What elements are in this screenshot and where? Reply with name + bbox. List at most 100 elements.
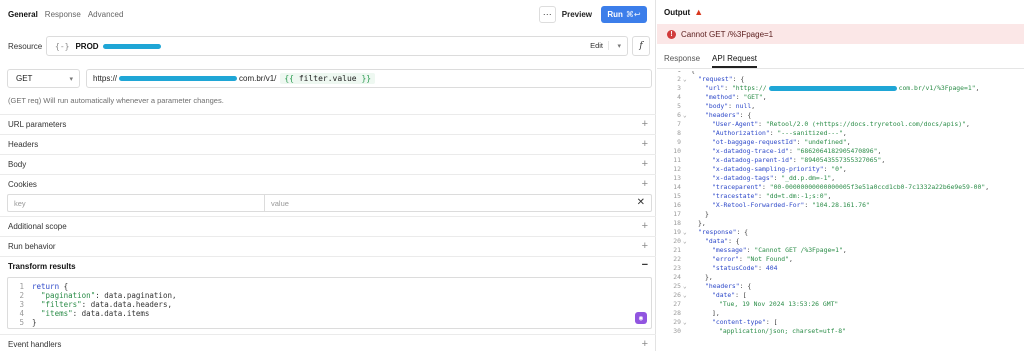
cookie-row: key value ✕ [7, 194, 652, 212]
chevron-down-icon[interactable]: ⌄ [683, 228, 687, 237]
tab-api-request[interactable]: API Request [712, 50, 757, 68]
line-number: 22 [673, 255, 681, 263]
line-number: 14 [673, 183, 681, 191]
line-number: 5 [677, 102, 681, 110]
json-line: 21 "message": "Cannot GET /%3Fpage=1", [657, 246, 1024, 255]
chevron-down-icon[interactable]: ⌄ [683, 75, 687, 84]
json-code: "ot-baggage-requestId": "undefined", [712, 138, 851, 147]
json-punct: : { [739, 282, 752, 290]
code-line: 3 "filters": data.data.headers, [8, 300, 651, 309]
code-text: "items": data.data.items [32, 309, 149, 318]
json-code: "content-type": [ [712, 318, 777, 327]
plus-icon[interactable]: + [642, 178, 648, 190]
json-code: "Authorization": "---sanitized---", [712, 129, 847, 138]
api-request-json-viewer[interactable]: 1{2⌄"request": {3"url": "https://com.br/… [657, 71, 1024, 351]
chevron-down-icon[interactable]: ⌄ [683, 291, 687, 300]
code-line: 5} [8, 318, 651, 327]
json-punct: : [ [735, 291, 747, 299]
section-body[interactable]: Body + [0, 154, 656, 174]
plus-icon[interactable]: + [642, 158, 648, 170]
run-label: Run [607, 9, 623, 19]
json-code: "message": "Cannot GET /%3Fpage=1", [712, 246, 847, 255]
json-code: "headers": { [705, 111, 751, 120]
output-tabs: Response API Request [664, 50, 769, 68]
line-number: 26 [673, 291, 681, 299]
code-line: 2 "pagination": data.pagination, [8, 291, 651, 300]
output-pane: Output ▲ ! Cannot GET /%3Fpage=1 Respons… [657, 0, 1024, 351]
tab-advanced[interactable]: Advanced [88, 10, 124, 19]
json-key: "Authorization" [712, 129, 770, 137]
json-line: 15 "tracestate": "dd=t.dm:-1;s:0", [657, 192, 1024, 201]
line-number: 25 [673, 282, 681, 290]
line-number: 9 [677, 138, 681, 146]
line-number: 19 [673, 228, 681, 236]
section-cookies[interactable]: Cookies + [0, 174, 656, 194]
json-code: "url": "https:// com.br/v1/%3Fpage=1", [705, 84, 979, 93]
section-additional-scope[interactable]: Additional scope + [0, 216, 656, 236]
chevron-down-icon[interactable]: ⌄ [683, 318, 687, 327]
url-input[interactable]: https:// com.br/v1/ {{ filter.value }} [86, 69, 652, 88]
minus-icon[interactable]: − [642, 259, 648, 271]
code-keyword: return [32, 282, 60, 291]
line-number: 12 [673, 165, 681, 173]
close-icon[interactable]: ✕ [637, 197, 645, 208]
resource-select[interactable]: {-} PROD Edit ▾ [46, 36, 628, 56]
json-code: "X-Retool-Forwarded-For": "104.28.161.76… [712, 201, 870, 210]
json-key: "url" [705, 84, 725, 92]
code-line: 4 "items": data.data.items [8, 309, 651, 318]
plus-icon[interactable]: + [642, 138, 648, 150]
json-punct: , [985, 183, 990, 191]
tab-output-response[interactable]: Response [664, 50, 700, 68]
section-run-behavior[interactable]: Run behavior + [0, 236, 656, 256]
error-message: Cannot GET /%3Fpage=1 [681, 29, 774, 39]
preview-button[interactable]: Preview [562, 10, 592, 19]
chevron-down-icon[interactable]: ⌄ [683, 237, 687, 246]
section-transform-results[interactable]: Transform results − [0, 256, 656, 276]
line-number: 27 [673, 300, 681, 308]
transform-code-editor[interactable]: ◉ 1 return {2 "pagination": data.paginati… [7, 277, 652, 329]
json-punct: , [831, 174, 836, 182]
json-line: 27 "Tue, 19 Nov 2024 13:53:26 GMT" [657, 300, 1024, 309]
json-string: "---sanitized---" [777, 129, 843, 137]
plus-icon[interactable]: + [642, 338, 648, 350]
plus-icon[interactable]: + [642, 240, 648, 252]
json-punct: : [758, 192, 766, 200]
run-button[interactable]: Run ⌘↩ [601, 5, 647, 23]
cookie-value-input[interactable]: value [271, 199, 289, 208]
json-code: "statusCode": 404 [712, 264, 777, 273]
cookie-key-input[interactable]: key [14, 199, 26, 208]
json-line: 17} [657, 210, 1024, 219]
json-key: "data" [705, 237, 729, 245]
json-line: 7 "User-Agent": "Retool/2.0 (+https://doc… [657, 120, 1024, 129]
section-url-parameters[interactable]: URL parameters + [0, 114, 656, 134]
url-suffix: com.br/v1/ [239, 74, 277, 83]
line-number: 15 [673, 192, 681, 200]
method-select[interactable]: GET ▾ [7, 69, 80, 88]
json-string: "Cannot GET /%3Fpage=1" [754, 246, 843, 254]
section-event-handlers[interactable]: Event handlers + [0, 334, 656, 351]
section-title: Transform results [8, 262, 76, 271]
json-line: 25 ⌄ "headers": { [657, 282, 1024, 291]
function-button[interactable]: f [632, 36, 650, 56]
edit-resource-button[interactable]: Edit [590, 41, 609, 50]
chevron-down-icon[interactable]: ▾ [617, 42, 621, 50]
plus-icon[interactable]: + [642, 118, 648, 130]
run-hint: (GET req) Will run automatically wheneve… [8, 96, 224, 105]
chevron-down-icon[interactable]: ⌄ [683, 282, 687, 291]
section-headers[interactable]: Headers + [0, 134, 656, 154]
template-var: filter.value [298, 74, 357, 83]
line-number: 17 [673, 210, 681, 218]
plus-icon[interactable]: + [642, 220, 648, 232]
run-shortcut: ⌘↩ [625, 9, 641, 19]
tab-general[interactable]: General [8, 10, 38, 19]
more-options-button[interactable]: ··· [538, 5, 556, 23]
line-number: 5 [19, 318, 24, 327]
json-punct: : [788, 147, 797, 155]
tab-response[interactable]: Response [45, 10, 81, 19]
chevron-down-icon[interactable]: ⌄ [683, 111, 687, 120]
resource-label: Resource [8, 42, 43, 51]
code-rest: } [32, 318, 37, 327]
json-string: "application/json; charset=utf-8" [719, 327, 846, 335]
json-line: 10 "x-datadog-trace-id": "686206418290547… [657, 147, 1024, 156]
json-line: 14 "traceparent": "00-00000000000000005f3… [657, 183, 1024, 192]
